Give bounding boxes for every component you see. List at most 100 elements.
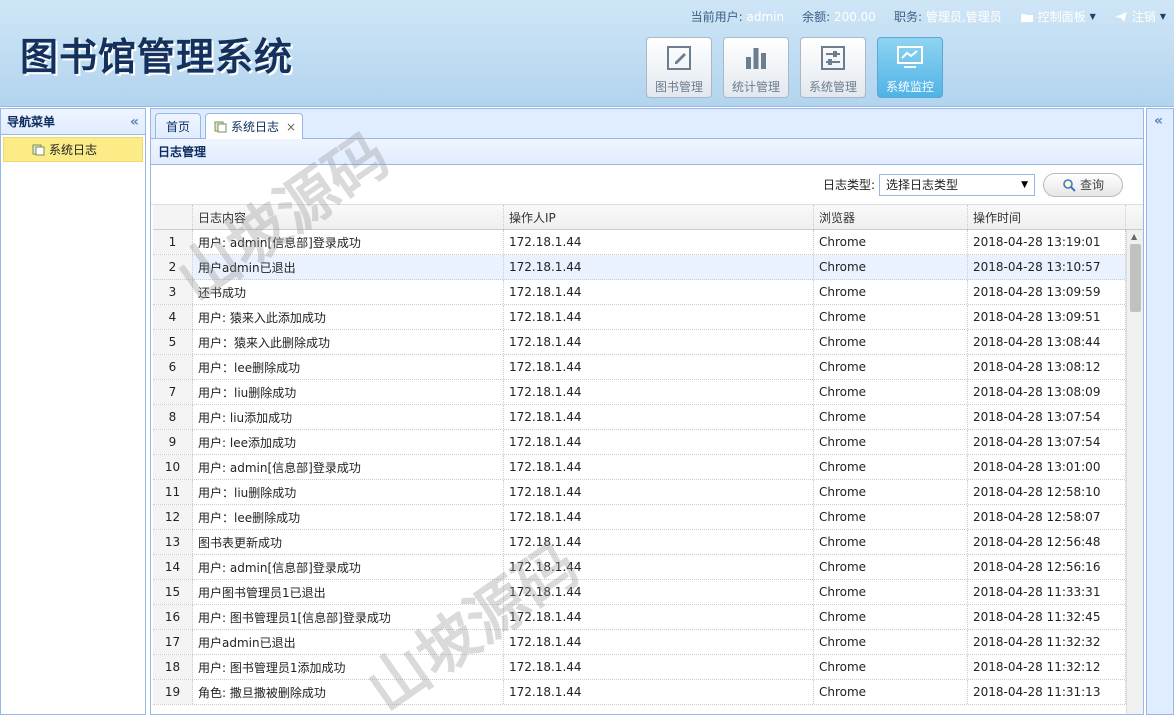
control-panel-label: 控制面板 <box>1037 10 1086 24</box>
query-button[interactable]: 查询 <box>1043 172 1123 197</box>
user-bar: 当前用户: admin 余额: 200.00 职务: 管理员,管理员 控制面板 … <box>691 8 1166 25</box>
vertical-scrollbar[interactable]: ▲ <box>1126 230 1143 714</box>
table-row[interactable]: 1 用户: admin[信息部]登录成功 172.18.1.44 Chrome 2018… <box>153 230 1143 255</box>
settings-sliders-icon <box>821 46 845 70</box>
ip-cell: 172.18.1.44 <box>504 455 814 479</box>
chevron-down-icon: ▼ <box>1021 179 1028 190</box>
time-cell: 2018-04-28 13:10:57 <box>968 255 1126 279</box>
module-statistics[interactable]: 统计管理 <box>723 37 789 98</box>
table-row[interactable]: 10 用户: admin[信息部]登录成功 172.18.1.44 Chrome 201… <box>153 455 1143 480</box>
role: 职务: 管理员,管理员 <box>894 8 1002 25</box>
browser-cell: Chrome <box>814 505 968 529</box>
app-logo-title: 图书馆管理系统 <box>20 35 294 79</box>
table-row[interactable]: 4 用户: 猿来入此添加成功 172.18.1.44 Chrome 2018-04-28… <box>153 305 1143 330</box>
module-system-monitor[interactable]: 系统监控 <box>877 37 943 98</box>
table-row[interactable]: 18 用户: 图书管理员1添加成功 172.18.1.44 Chrome 2018-04… <box>153 655 1143 680</box>
scroll-up-icon[interactable]: ▲ <box>1131 232 1137 241</box>
logout-menu[interactable]: 注销 ▼ <box>1114 8 1166 25</box>
log-content-cell: 用户: 猿来入此添加成功 <box>193 305 504 329</box>
module-label: 图书管理 <box>654 80 703 94</box>
time-cell: 2018-04-28 12:58:07 <box>968 505 1126 529</box>
log-content-cell: 用户: liu添加成功 <box>193 405 504 429</box>
browser-cell: Chrome <box>814 405 968 429</box>
table-row[interactable]: 16 用户: 图书管理员1[信息部]登录成功 172.18.1.44 Chrome 20… <box>153 605 1143 630</box>
table-row[interactable]: 7 用户：liu删除成功 172.18.1.44 Chrome 2018-04-28 1… <box>153 380 1143 405</box>
role-label: 职务: <box>893 10 922 24</box>
scrollbar-thumb[interactable] <box>1130 244 1141 312</box>
chevron-down-icon: ▼ <box>1159 12 1166 21</box>
balance-value: 200.00 <box>833 10 876 24</box>
log-content-cell: 用户：猿来入此删除成功 <box>193 330 504 354</box>
table-row[interactable]: 5 用户：猿来入此删除成功 172.18.1.44 Chrome 2018-04-28 … <box>153 330 1143 355</box>
control-panel-menu[interactable]: 控制面板 ▼ <box>1020 8 1096 25</box>
table-body: 1 用户: admin[信息部]登录成功 172.18.1.44 Chrome 2018… <box>153 230 1143 714</box>
table-row[interactable]: 15 用户图书管理员1已退出 172.18.1.44 Chrome 2018-04-28… <box>153 580 1143 605</box>
header-time[interactable]: 操作时间 <box>968 205 1126 229</box>
row-number: 7 <box>153 380 193 404</box>
table-row[interactable]: 3 还书成功 172.18.1.44 Chrome 2018-04-28 13:09:5… <box>153 280 1143 305</box>
tab-bar: 首页 系统日志 × <box>151 109 1143 139</box>
nav-item-system-log[interactable]: 系统日志 <box>3 137 143 162</box>
browser-cell: Chrome <box>814 680 968 704</box>
time-cell: 2018-04-28 11:32:12 <box>968 655 1126 679</box>
close-icon[interactable]: × <box>286 120 296 134</box>
header-scroll-spacer <box>1126 205 1143 229</box>
monitor-icon <box>897 46 923 68</box>
module-system-management[interactable]: 系统管理 <box>800 37 866 98</box>
filter-toolbar: 日志类型: 选择日志类型 ▼ 查询 <box>151 165 1143 205</box>
row-number: 8 <box>153 405 193 429</box>
browser-cell: Chrome <box>814 255 968 279</box>
browser-cell: Chrome <box>814 530 968 554</box>
row-number: 4 <box>153 305 193 329</box>
log-content-cell: 用户：liu删除成功 <box>193 380 504 404</box>
log-content-cell: 用户: admin[信息部]登录成功 <box>193 230 504 254</box>
balance: 余额: 200.00 <box>802 8 876 25</box>
table-row[interactable]: 9 用户: lee添加成功 172.18.1.44 Chrome 2018-04-28 … <box>153 430 1143 455</box>
tab-system-log[interactable]: 系统日志 × <box>205 113 304 139</box>
header-content[interactable]: 日志内容 <box>193 205 504 229</box>
row-number: 19 <box>153 680 193 704</box>
table-row[interactable]: 11 用户：liu删除成功 172.18.1.44 Chrome 2018-04-28 … <box>153 480 1143 505</box>
nav-title: 导航菜单 <box>7 115 56 129</box>
browser-cell: Chrome <box>814 455 968 479</box>
table-row[interactable]: 19 角色: 撒旦撒被删除成功 172.18.1.44 Chrome 2018-04-2… <box>153 680 1143 705</box>
module-book-management[interactable]: 图书管理 <box>646 37 712 98</box>
ip-cell: 172.18.1.44 <box>504 305 814 329</box>
row-number: 18 <box>153 655 193 679</box>
collapse-left-icon[interactable]: « <box>130 114 139 130</box>
ip-cell: 172.18.1.44 <box>504 330 814 354</box>
row-number: 12 <box>153 505 193 529</box>
log-content-cell: 用户：liu删除成功 <box>193 480 504 504</box>
table-row[interactable]: 6 用户：lee删除成功 172.18.1.44 Chrome 2018-04-28 1… <box>153 355 1143 380</box>
browser-cell: Chrome <box>814 580 968 604</box>
folder-icon <box>1020 13 1033 22</box>
table-row[interactable]: 14 用户: admin[信息部]登录成功 172.18.1.44 Chrome 201… <box>153 555 1143 580</box>
module-label: 系统管理 <box>808 80 857 94</box>
browser-cell: Chrome <box>814 355 968 379</box>
header-ip[interactable]: 操作人IP <box>504 205 814 229</box>
log-content-cell: 用户: 图书管理员1[信息部]登录成功 <box>193 605 504 629</box>
ip-cell: 172.18.1.44 <box>504 480 814 504</box>
tab-label: 系统日志 <box>231 120 280 134</box>
table-row[interactable]: 12 用户：lee删除成功 172.18.1.44 Chrome 2018-04-28 … <box>153 505 1143 530</box>
module-label: 统计管理 <box>731 80 780 94</box>
browser-cell: Chrome <box>814 430 968 454</box>
module-bar: 图书管理 统计管理 系统管理 系统监控 <box>646 37 943 98</box>
table-row[interactable]: 8 用户: liu添加成功 172.18.1.44 Chrome 2018-04-28 … <box>153 405 1143 430</box>
expand-right-icon[interactable]: « <box>1154 113 1163 129</box>
table-row[interactable]: 2 用户admin已退出 172.18.1.44 Chrome 2018-04-28 1… <box>153 255 1143 280</box>
table-row[interactable]: 13 图书表更新成功 172.18.1.44 Chrome 2018-04-28 12:… <box>153 530 1143 555</box>
tab-home[interactable]: 首页 <box>155 113 202 138</box>
log-content-cell: 用户：lee删除成功 <box>193 505 504 529</box>
row-number: 6 <box>153 355 193 379</box>
log-content-cell: 用户admin已退出 <box>193 630 504 654</box>
ip-cell: 172.18.1.44 <box>504 505 814 529</box>
row-number: 3 <box>153 280 193 304</box>
log-type-select[interactable]: 选择日志类型 ▼ <box>879 173 1035 196</box>
send-icon <box>1114 11 1127 22</box>
header-browser[interactable]: 浏览器 <box>814 205 968 229</box>
search-icon <box>1063 178 1076 192</box>
module-label: 系统监控 <box>885 80 934 94</box>
browser-cell: Chrome <box>814 305 968 329</box>
table-row[interactable]: 17 用户admin已退出 172.18.1.44 Chrome 2018-04-28 … <box>153 630 1143 655</box>
